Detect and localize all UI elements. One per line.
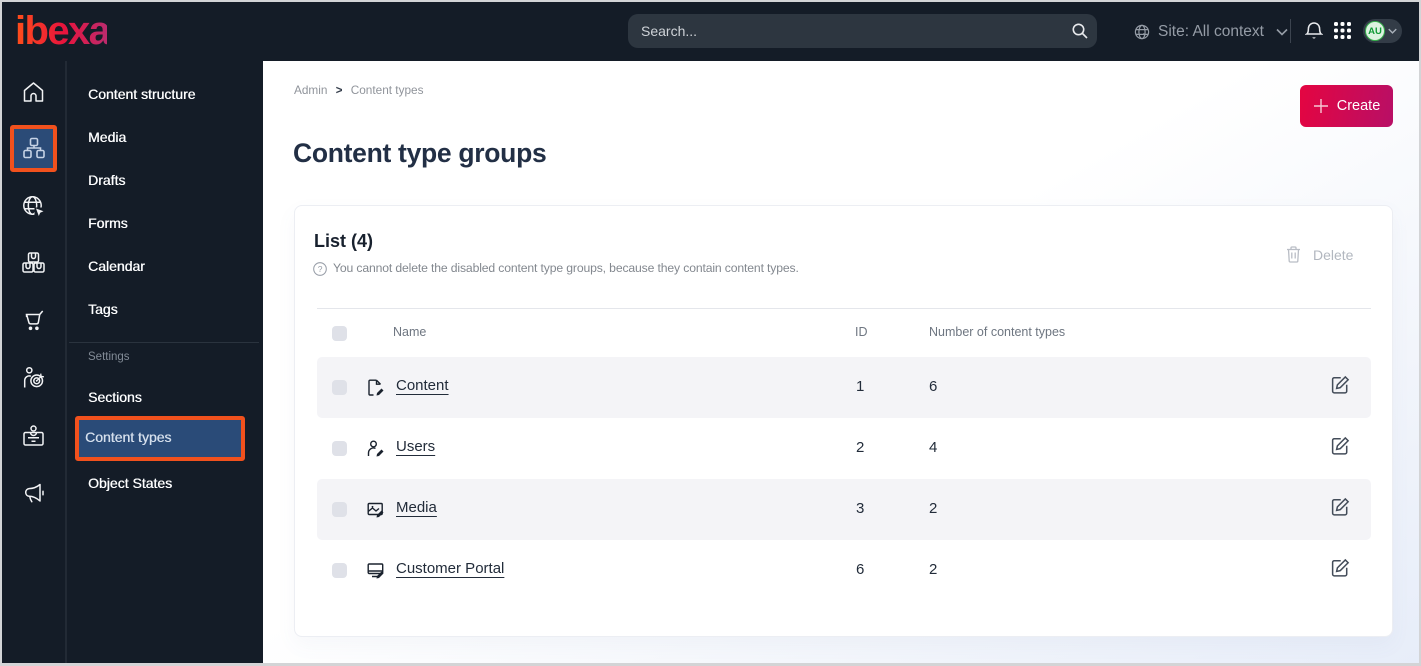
svg-text:?: ? bbox=[318, 264, 323, 274]
svg-text:ibexa: ibexa bbox=[15, 9, 107, 52]
